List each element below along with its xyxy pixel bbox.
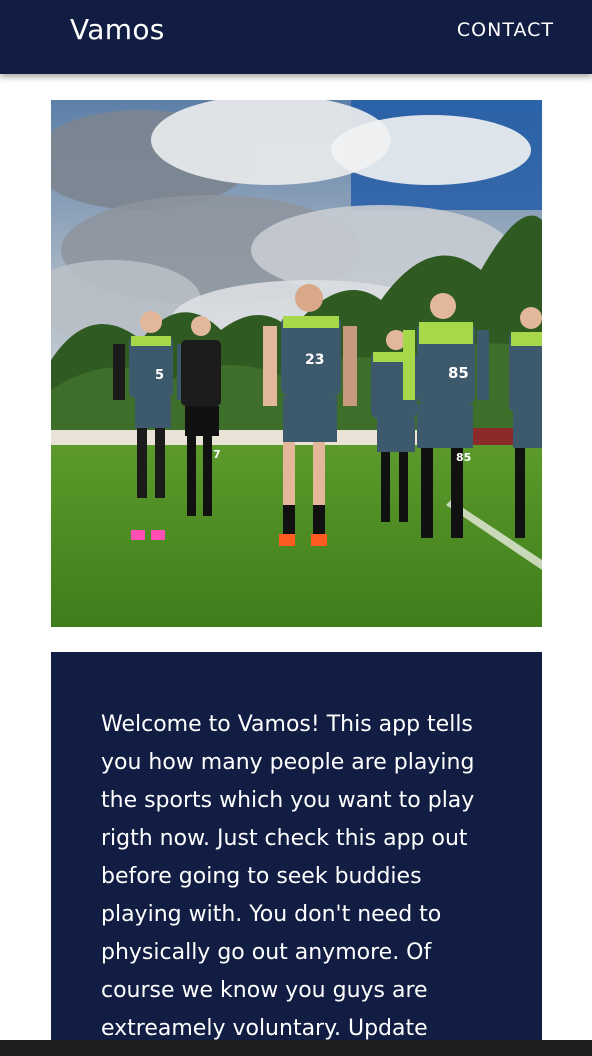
jersey-number: 23 xyxy=(305,352,324,368)
hero-image: 5 7 23 85 85 xyxy=(51,100,542,627)
jersey-number: 7 xyxy=(213,448,221,461)
welcome-card: Welcome to Vamos! This app tells you how… xyxy=(51,652,542,1056)
app-title: Vamos xyxy=(70,13,165,46)
app-bar: Vamos CONTACT xyxy=(0,0,592,74)
welcome-text: Welcome to Vamos! This app tells you how… xyxy=(101,712,475,1041)
jersey-number: 85 xyxy=(448,364,469,382)
system-navigation-bar xyxy=(0,1040,592,1056)
contact-button[interactable]: CONTACT xyxy=(457,16,554,44)
jersey-number: 5 xyxy=(155,368,164,383)
jersey-number: 85 xyxy=(456,451,471,464)
